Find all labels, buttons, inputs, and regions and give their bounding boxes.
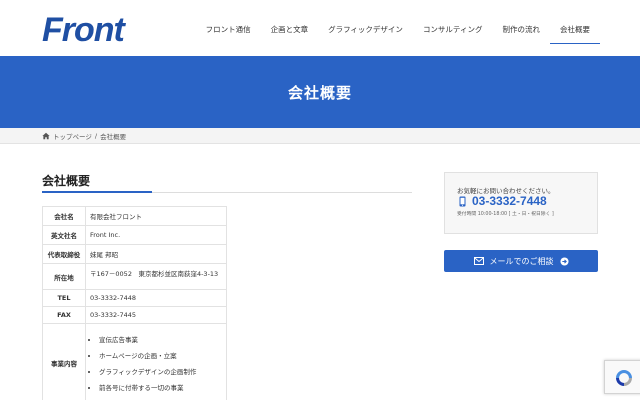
recaptcha-badge[interactable]: [604, 360, 640, 394]
business-list: 宣伝広告事業ホームページの企画・立案グラフィックデザインの企画制作前各号に付帯す…: [90, 334, 222, 392]
row-label: 会社名: [42, 206, 86, 226]
nav-item-graphic-design[interactable]: グラフィックデザイン: [318, 0, 413, 56]
main-nav: フロント通信 企画と文章 グラフィックデザイン コンサルティング 制作の流れ 会…: [196, 0, 600, 56]
mobile-phone-icon: [459, 196, 466, 207]
mail-consultation-label: メールでのご相談: [489, 256, 554, 266]
row-value: 〒167－0052 東京都杉並区南荻窪4-3-13: [85, 263, 227, 290]
section-title: 会社概要: [42, 174, 91, 188]
arrow-circle-right-icon: [559, 256, 569, 266]
contact-hours: 受付時間 10:00-18:00 [ 土・日・祝日除く ]: [457, 212, 554, 217]
row-value: 妹尾 邦昭: [85, 244, 227, 264]
nav-item-consulting[interactable]: コンサルティング: [413, 0, 493, 56]
row-value: Front Inc.: [85, 225, 227, 245]
row-value: 宣伝広告事業ホームページの企画・立案グラフィックデザインの企画制作前各号に付帯す…: [85, 323, 227, 400]
table-row: TEL 03-3332-7448: [42, 289, 227, 307]
table-row: 所在地 〒167－0052 東京都杉並区南荻窪4-3-13: [42, 263, 227, 290]
nav-item-workflow[interactable]: 制作の流れ: [493, 0, 551, 56]
breadcrumb-home-link[interactable]: トップページ: [53, 131, 92, 141]
row-label: 事業内容: [42, 323, 86, 400]
nav-item-planning-writing[interactable]: 企画と文章: [261, 0, 319, 56]
nav-item-company-profile[interactable]: 会社概要: [550, 0, 600, 56]
site-header: Front フロント通信 企画と文章 グラフィックデザイン コンサルティング 制…: [0, 0, 640, 56]
table-row: 代表取締役 妹尾 邦昭: [42, 244, 227, 264]
table-row: FAX 03-3332-7445: [42, 306, 227, 324]
row-value: 03-3332-7448: [85, 289, 227, 307]
envelope-icon: [473, 257, 484, 265]
table-row: 事業内容宣伝広告事業ホームページの企画・立案グラフィックデザインの企画制作前各号…: [42, 323, 227, 400]
row-label: FAX: [42, 306, 86, 324]
row-label: 英文社名: [42, 225, 86, 245]
row-value: 03-3332-7445: [85, 306, 227, 324]
recaptcha-icon: [616, 370, 632, 386]
breadcrumb-current: 会社概要: [100, 133, 127, 141]
contact-phone-number[interactable]: 03-3332-7448: [472, 194, 547, 208]
breadcrumb-bar: トップページ / 会社概要: [0, 128, 640, 144]
row-label: 代表取締役: [42, 244, 86, 264]
section-divider-accent: [42, 191, 152, 193]
home-icon: [42, 132, 50, 140]
breadcrumb: トップページ / 会社概要: [42, 131, 126, 141]
row-value: 有限会社フロント: [85, 206, 227, 226]
table-row: 英文社名 Front Inc.: [42, 225, 227, 245]
list-item: グラフィックデザインの企画制作: [99, 366, 222, 376]
contact-box: お気軽にお問い合わせください。 03-3332-7448 受付時間 10:00-…: [444, 172, 598, 234]
row-label: 所在地: [42, 263, 86, 290]
mail-consultation-button[interactable]: メールでのご相談: [444, 250, 598, 272]
list-item: ホームページの企画・立案: [99, 350, 222, 360]
page-title: 会社概要: [287, 84, 352, 102]
site-logo[interactable]: Front: [42, 10, 125, 50]
nav-item-front-news[interactable]: フロント通信: [196, 0, 261, 56]
list-item: 前各号に付帯する一切の事業: [99, 382, 222, 392]
row-label: TEL: [42, 289, 86, 307]
list-item: 宣伝広告事業: [99, 334, 222, 344]
page-hero: 会社概要: [0, 56, 640, 128]
company-info-table: 会社名 有限会社フロント 英文社名 Front Inc. 代表取締役 妹尾 邦昭 所在地 〒1…: [42, 206, 227, 400]
breadcrumb-separator: /: [94, 132, 98, 140]
table-row: 会社名 有限会社フロント: [42, 206, 227, 226]
